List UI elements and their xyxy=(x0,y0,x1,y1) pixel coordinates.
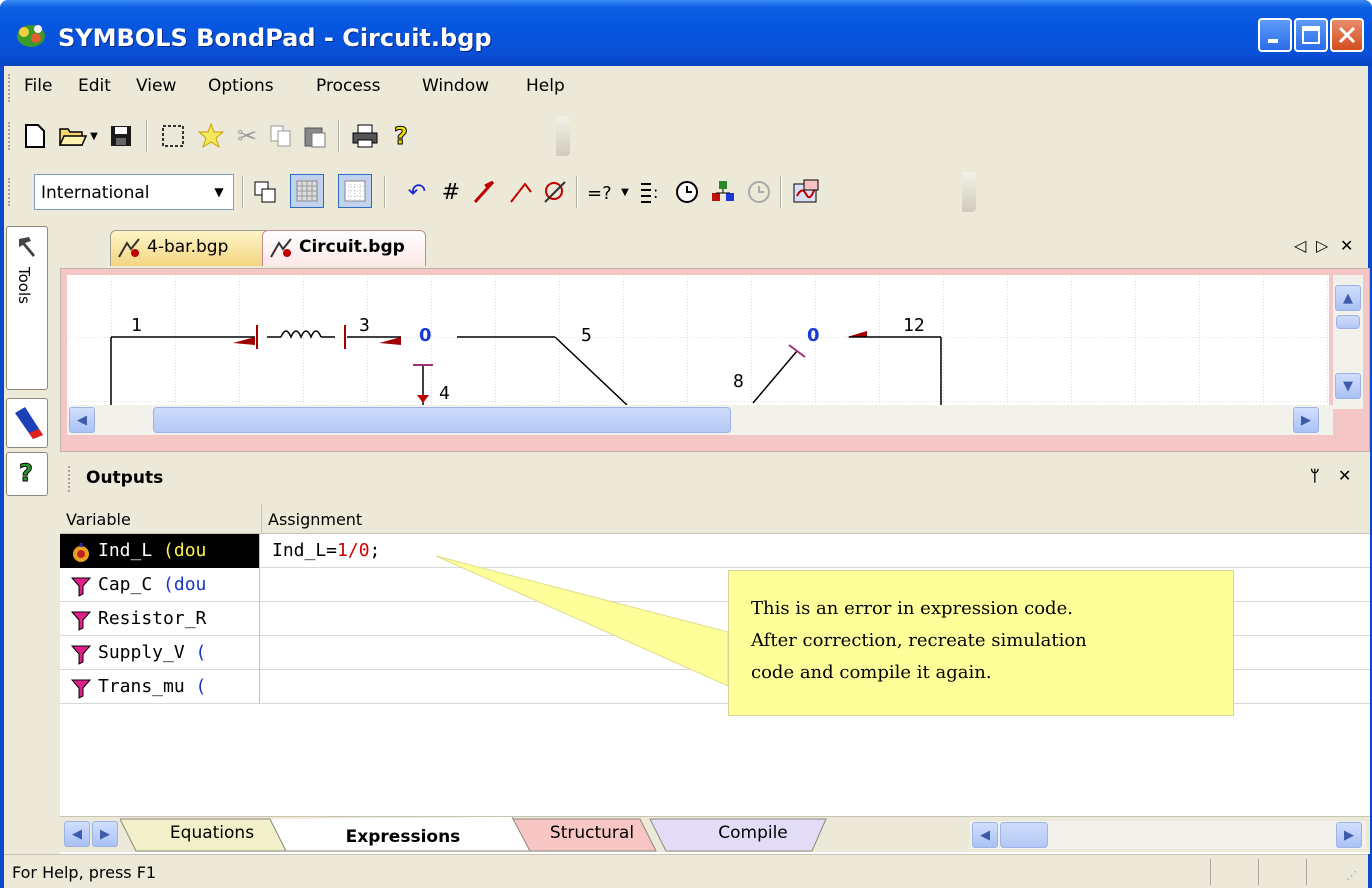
tab-structural[interactable]: Structural xyxy=(528,817,656,851)
status-bar: For Help, press F1 ⋰ xyxy=(4,854,1368,888)
callout-line: After correction, recreate simulation xyxy=(751,630,1087,651)
app-icon xyxy=(14,20,48,50)
tab-compile[interactable]: Compile xyxy=(690,817,816,851)
tab-expressions[interactable]: Expressions xyxy=(318,817,488,851)
window-title: SYMBOLS BondPad - Circuit.bgp xyxy=(58,24,492,52)
close-button[interactable] xyxy=(1330,18,1364,52)
tab-prev-icon[interactable]: ◀ xyxy=(64,821,90,847)
horizontal-scroll-thumb[interactable] xyxy=(1000,822,1048,848)
scroll-left-icon[interactable]: ◀ xyxy=(972,822,998,848)
output-horizontal-scrollbar[interactable]: ◀ ▶ xyxy=(970,821,1366,849)
tab-equations[interactable]: Equations xyxy=(146,817,278,851)
tab-next-icon[interactable]: ▶ xyxy=(92,821,118,847)
title-bar[interactable]: SYMBOLS BondPad - Circuit.bgp xyxy=(0,0,1372,66)
app-window: SYMBOLS BondPad - Circuit.bgp File Edit … xyxy=(0,0,1372,888)
maximize-button[interactable] xyxy=(1294,18,1328,52)
scroll-right-icon[interactable]: ▶ xyxy=(1336,822,1362,848)
error-callout: This is an error in expression code. Aft… xyxy=(728,570,1234,716)
status-pane xyxy=(1258,859,1306,885)
callout-line: This is an error in expression code. xyxy=(751,598,1073,619)
status-pane xyxy=(1210,859,1258,885)
client-area: File Edit View Options Process Window He… xyxy=(4,66,1370,888)
minimize-button[interactable] xyxy=(1258,18,1292,52)
callout-pointer xyxy=(435,555,729,687)
output-tab-bar: ◀ ▶ Equations Expressions Structural Com… xyxy=(60,816,1370,852)
status-text: For Help, press F1 xyxy=(12,863,157,882)
resize-grip-icon[interactable]: ⋰ xyxy=(1346,869,1357,882)
callout-line: code and compile it again. xyxy=(751,662,992,683)
